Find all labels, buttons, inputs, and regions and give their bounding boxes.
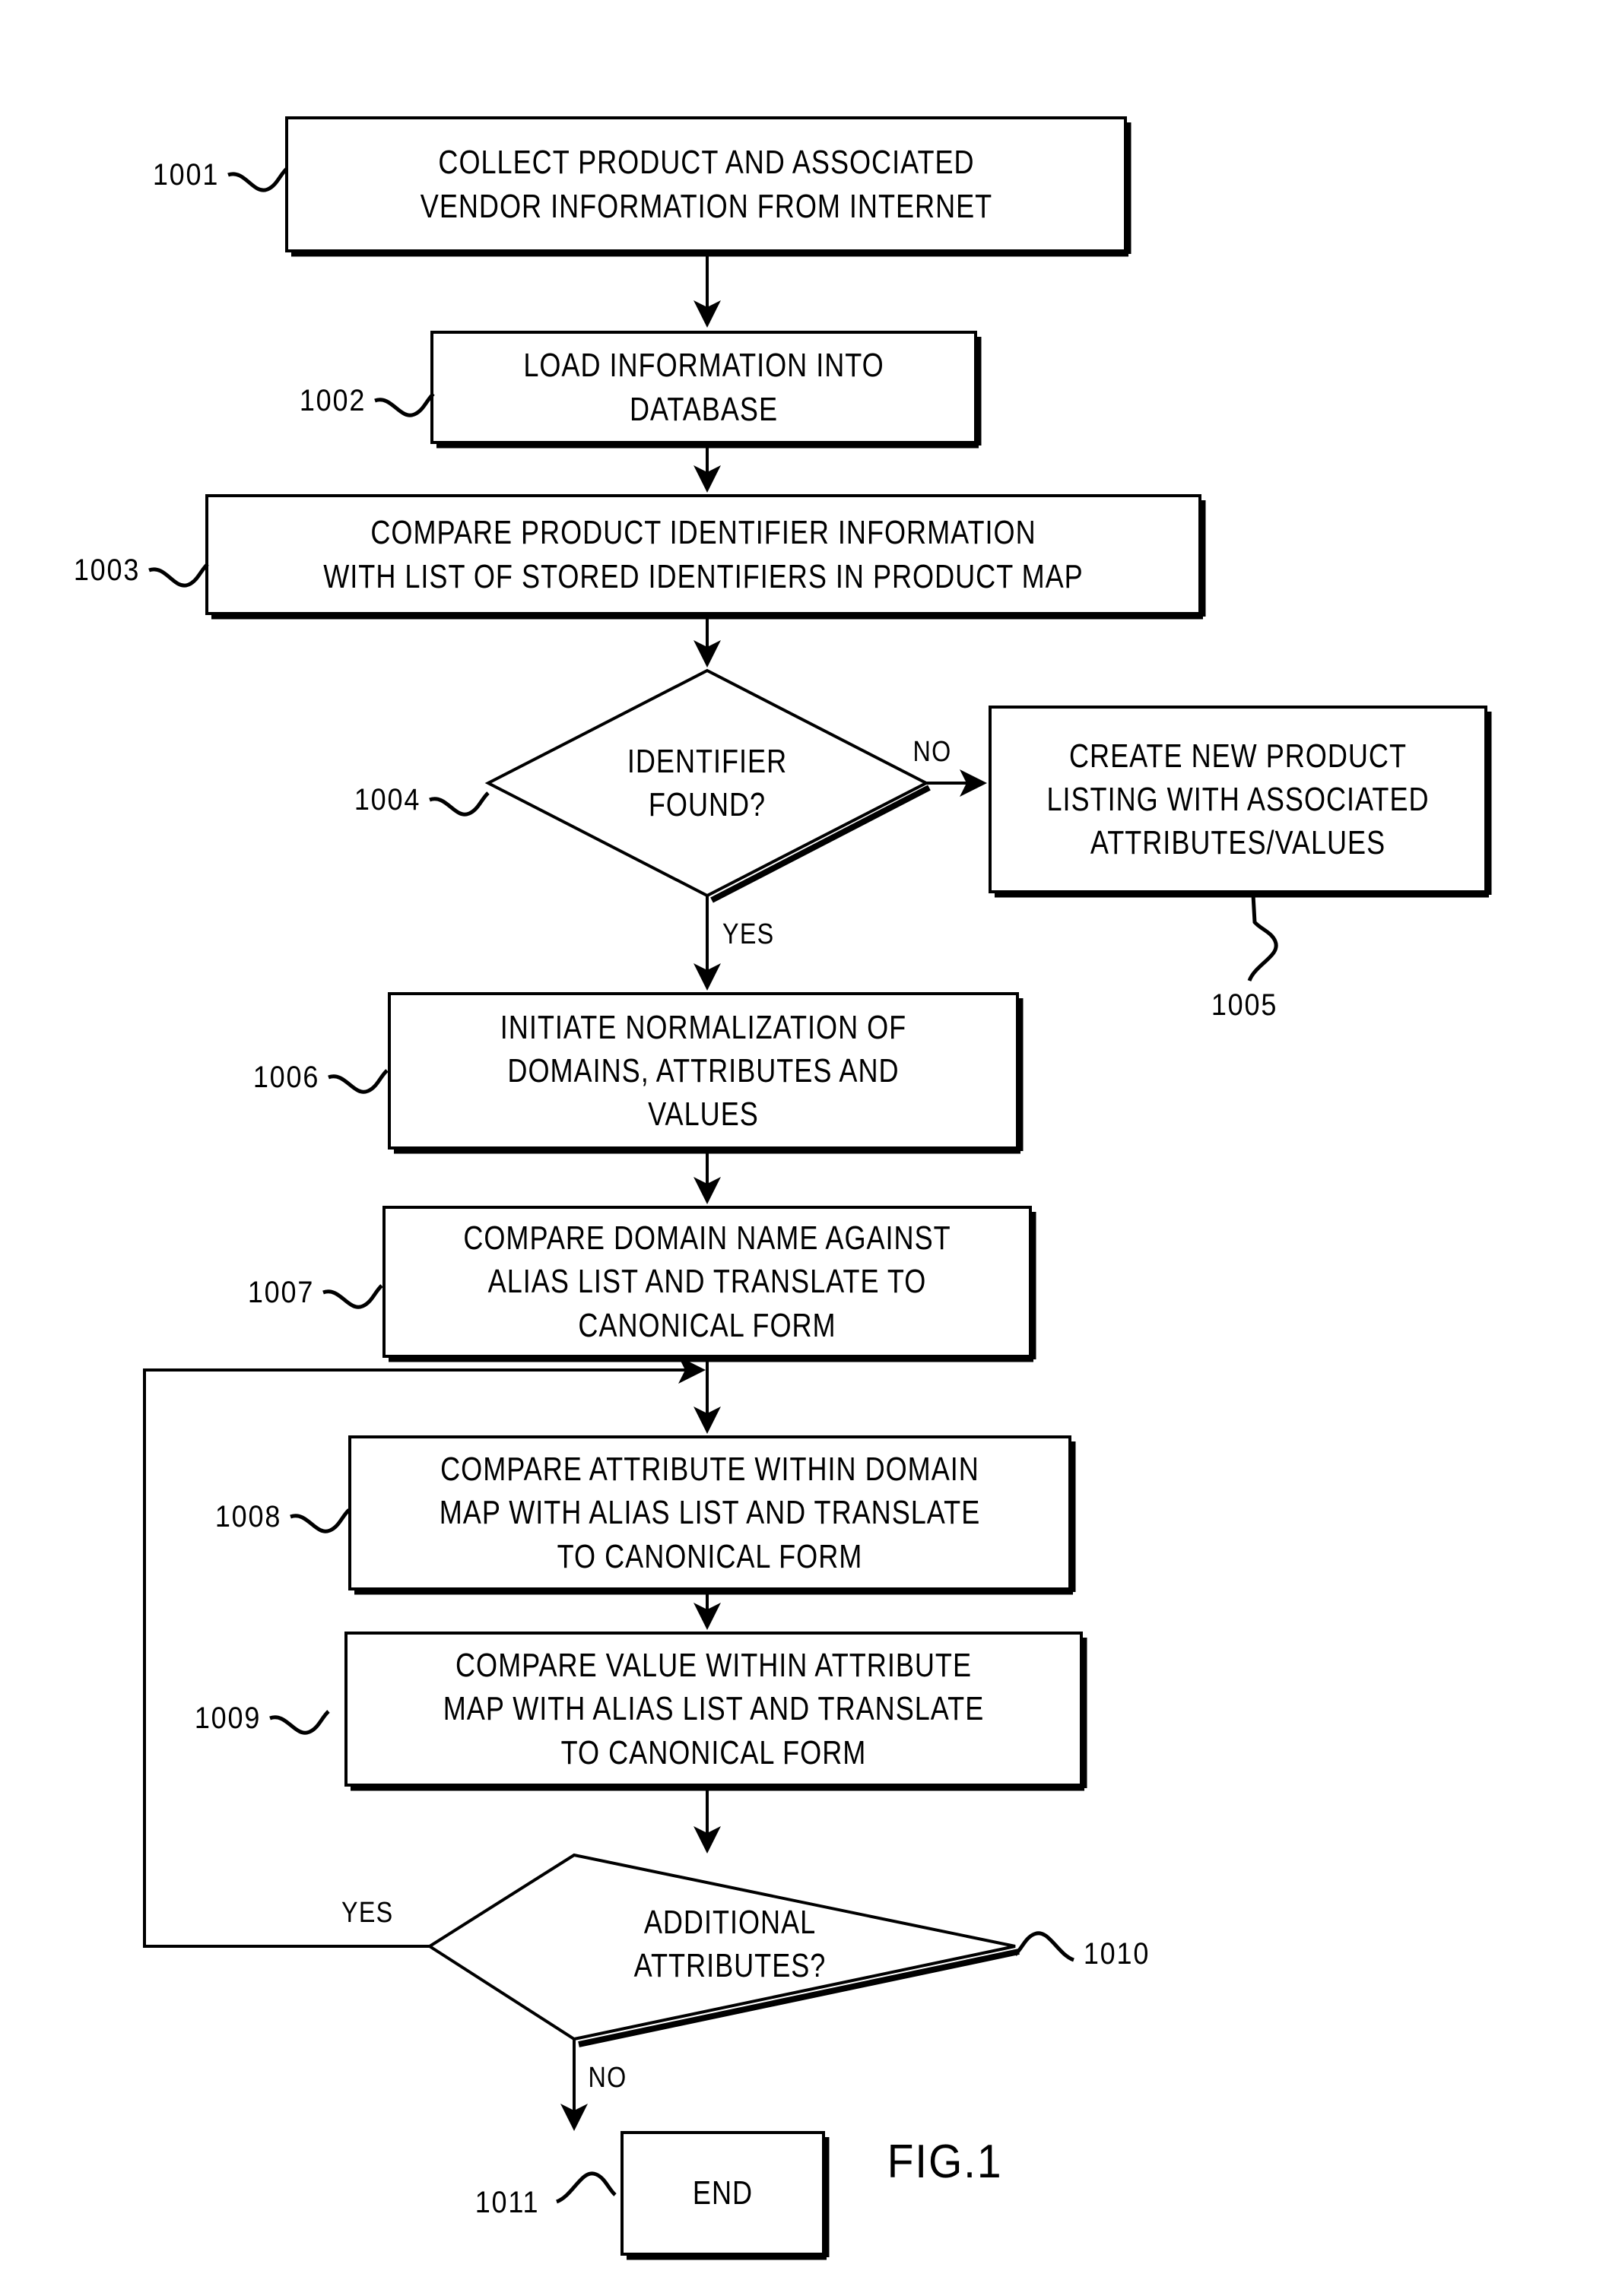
ref-numeral-1009: 1009 (195, 1701, 261, 1736)
node-box-1008 (348, 1435, 1071, 1590)
ref-numeral-1006: 1006 (253, 1061, 319, 1095)
node-diamond-shadow-1004 (710, 785, 931, 903)
leader-line-1008 (290, 1508, 351, 1533)
leader-line-1007 (322, 1284, 383, 1309)
edge-label-identifier-no: NO (913, 736, 952, 769)
ref-numeral-1007: 1007 (248, 1276, 314, 1310)
ref-numeral-1010: 1010 (1084, 1937, 1150, 1971)
ref-numeral-text: 1008 (214, 1500, 282, 1533)
figure-caption-text: FIG.1 (887, 2136, 1003, 2188)
ref-numeral-1002: 1002 (300, 384, 366, 418)
node-shadow-1003 (211, 500, 1206, 620)
node-shadow-1002 (436, 337, 982, 449)
ref-numeral-text: 1007 (247, 1276, 315, 1309)
edge-label-additional-no: NO (589, 2062, 627, 2095)
node-box-1001 (285, 116, 1127, 252)
node-shadow-1009 (351, 1638, 1087, 1791)
leader-line-1010 (1014, 1931, 1075, 1962)
patent-figure-page: COLLECT PRODUCT AND ASSOCIATED VENDOR IN… (0, 0, 1606, 2296)
ref-numeral-text: 1011 (474, 2186, 540, 2219)
node-box-1011 (620, 2131, 825, 2256)
ref-numeral-1004: 1004 (354, 783, 421, 817)
node-shadow-1007 (389, 1212, 1036, 1362)
node-shadow-1001 (291, 122, 1132, 257)
leader-line-1001 (227, 167, 288, 192)
ref-numeral-1003: 1003 (74, 553, 140, 588)
ref-numeral-text: 1006 (252, 1061, 320, 1094)
figure-caption: FIG.1 (887, 2135, 1003, 2189)
node-shadow-1008 (354, 1441, 1076, 1595)
node-box-1003 (205, 494, 1201, 615)
ref-numeral-text: 1009 (194, 1701, 262, 1735)
leader-line-1006 (328, 1069, 389, 1094)
node-box-1006 (388, 992, 1019, 1150)
node-shadow-1011 (627, 2137, 830, 2260)
node-box-1002 (430, 331, 977, 444)
ref-numeral-text: 1010 (1083, 1937, 1151, 1971)
edge-label-additional-yes: YES (341, 1897, 393, 1930)
ref-numeral-text: 1002 (299, 384, 367, 417)
leader-line-1003 (148, 563, 209, 588)
ref-numeral-1011: 1011 (475, 2186, 540, 2220)
node-shadow-1006 (394, 998, 1024, 1154)
ref-numeral-text: 1001 (152, 158, 220, 192)
leader-line-1002 (374, 392, 435, 417)
node-diamond-shadow-1010 (578, 1949, 1020, 2047)
ref-numeral-text: 1003 (73, 553, 141, 587)
edge-label-text: YES (722, 918, 775, 950)
edge-label-text: NO (588, 2062, 627, 2094)
leader-line-1009 (269, 1710, 330, 1735)
ref-numeral-1001: 1001 (153, 158, 219, 192)
edge-label-text: YES (341, 1897, 394, 1929)
leader-line-1004 (429, 791, 490, 817)
leader-line-1005 (1247, 894, 1278, 982)
node-diamond-1004 (484, 668, 930, 898)
ref-numeral-text: 1004 (354, 783, 421, 817)
flowchart-canvas (143, 116, 1492, 2260)
edge-label-text: NO (912, 736, 952, 768)
node-box-1005 (989, 706, 1487, 893)
ref-numeral-1008: 1008 (215, 1500, 281, 1534)
ref-numeral-1005: 1005 (1211, 988, 1278, 1023)
node-shadow-1005 (995, 712, 1492, 898)
ref-numeral-text: 1005 (1211, 988, 1278, 1022)
node-box-1007 (382, 1206, 1032, 1358)
leader-line-1011 (555, 2171, 617, 2204)
edge-label-identifier-yes: YES (722, 918, 774, 951)
node-box-1009 (344, 1632, 1083, 1787)
connector-1010-1008-yes-feedback (143, 1356, 706, 1948)
